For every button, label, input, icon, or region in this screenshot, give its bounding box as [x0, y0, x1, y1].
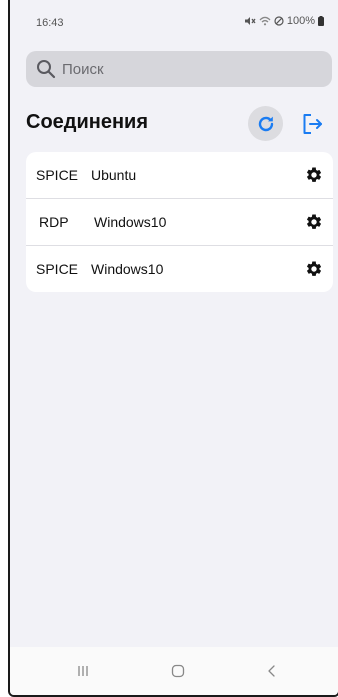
recents-icon [78, 666, 88, 676]
connection-name: Windows10 [94, 214, 167, 230]
logout-icon [303, 114, 322, 134]
back-button[interactable] [257, 657, 287, 685]
status-time: 16:43 [36, 17, 64, 29]
refresh-button[interactable] [248, 106, 283, 141]
page-title: Соединения [26, 111, 149, 133]
connection-protocol: SPICE [36, 167, 79, 183]
search-icon [37, 60, 56, 79]
mute-icon [244, 17, 256, 25]
refresh-icon [258, 116, 273, 131]
search-bar[interactable] [26, 51, 332, 87]
logout-button[interactable] [299, 110, 327, 138]
battery-percent: 100% [286, 15, 315, 27]
recents-button[interactable] [68, 657, 98, 685]
wifi-icon [259, 16, 271, 26]
gear-icon[interactable] [305, 166, 323, 184]
connection-row[interactable]: SPICE Windows10 [26, 246, 333, 292]
connection-name: Ubuntu [91, 167, 137, 183]
search-input[interactable] [62, 60, 302, 78]
no-signal-icon [274, 16, 284, 26]
status-bar: 16:43 100% [10, 0, 338, 40]
home-button[interactable] [163, 657, 193, 685]
connection-row[interactable]: SPICE Ubuntu [26, 152, 333, 199]
home-icon [171, 664, 185, 678]
gear-icon[interactable] [305, 213, 323, 231]
status-icons: 100% [244, 15, 324, 27]
connection-protocol: RDP [39, 214, 69, 230]
app-screen: 16:43 100% Поиск Соединения SPICE Ubuntu… [8, 0, 338, 697]
back-icon [268, 665, 275, 677]
gear-icon[interactable] [305, 260, 323, 278]
connection-list: SPICE Ubuntu RDP Windows10 SPICE Windows… [26, 152, 333, 292]
connection-row[interactable]: RDP Windows10 [26, 199, 333, 246]
connection-name: Windows10 [91, 261, 164, 277]
system-nav-bar [10, 647, 338, 695]
connection-protocol: SPICE [36, 261, 79, 277]
battery-icon [318, 16, 324, 26]
